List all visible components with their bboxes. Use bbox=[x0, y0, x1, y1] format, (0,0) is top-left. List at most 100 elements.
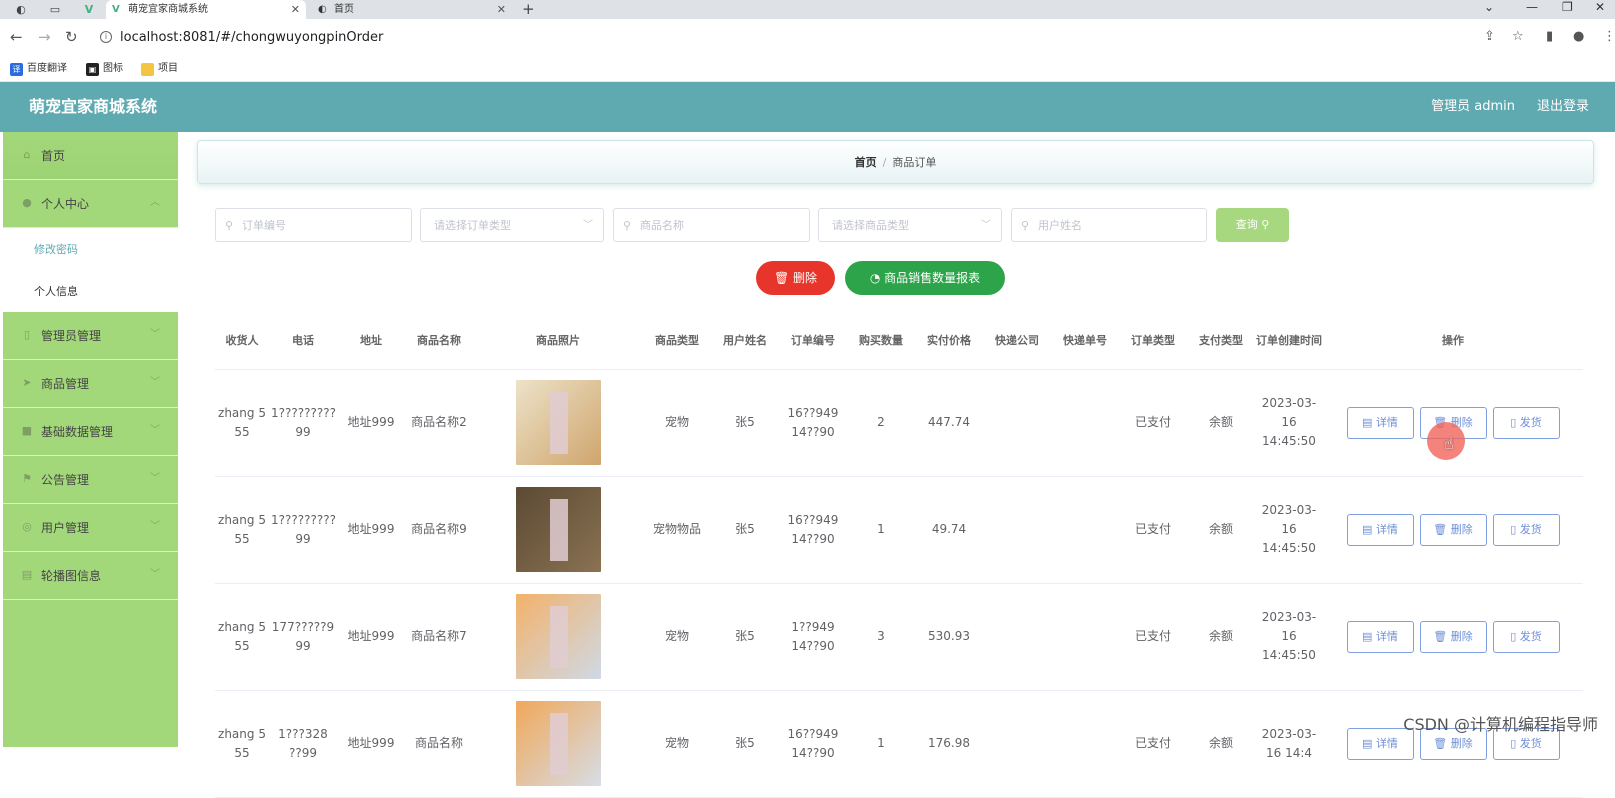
sidebar-item-label: 个人中心 bbox=[41, 197, 90, 211]
flag-icon: ⚑ bbox=[22, 472, 32, 485]
breadcrumb-home[interactable]: 首页 bbox=[855, 156, 877, 169]
cell-pay-type: 余额 bbox=[1187, 690, 1255, 798]
cell-text: zhang 5 55 bbox=[218, 512, 266, 546]
share-icon[interactable]: ⇪ bbox=[1484, 29, 1495, 45]
search-button[interactable]: 查询 ⚲ bbox=[1216, 208, 1289, 242]
pixelation-overlay bbox=[549, 713, 568, 775]
sidebar-item-announcements[interactable]: ⚑ 公告管理 ﹀ bbox=[3, 456, 178, 504]
cell-user: 张5 bbox=[711, 476, 779, 584]
trash-icon: 🗑︎ bbox=[1433, 629, 1451, 643]
table-row: zhang 5 55 177?????9 99 地址999 商品名称7 宠物 张5 1??9… bbox=[215, 583, 1583, 691]
row-delete-button[interactable]: 🗑︎ 删除 bbox=[1419, 620, 1487, 653]
user-name-input[interactable]: ⚲ 用户姓名 bbox=[1011, 208, 1207, 242]
cell-actions: ▤ 详情🗑︎ 删除▯ 发货 bbox=[1323, 476, 1583, 584]
sidebar-item-user-management[interactable]: ◎ 用户管理 ﹀ bbox=[3, 504, 178, 552]
cell-text: zhang 5 55 bbox=[218, 405, 266, 439]
forward-icon[interactable]: → bbox=[38, 28, 51, 46]
sidebar-item-carousel[interactable]: ▤ 轮播图信息 ﹀ bbox=[3, 552, 178, 600]
product-name-input[interactable]: ⚲ 商品名称 bbox=[613, 208, 810, 242]
sidebar-item-product-management[interactable]: ➤ 商品管理 ﹀ bbox=[3, 360, 178, 408]
pinned-tab-vue[interactable]: V bbox=[78, 2, 100, 17]
browser-tab-bar: ◐ ▭ V V 萌宠宜家商城系统 ✕ ◐ 首页 ✕ + ⌄ — ❐ ✕ bbox=[0, 0, 1615, 19]
pixelation-overlay bbox=[549, 499, 568, 561]
cell-qty: 1 bbox=[847, 690, 915, 798]
ship-button[interactable]: ▯ 发货 bbox=[1492, 620, 1560, 653]
personal-center-submenu: 修改密码 个人信息 bbox=[3, 228, 178, 312]
reload-icon[interactable]: ↻ bbox=[65, 28, 78, 46]
phone-icon: ▯ bbox=[23, 328, 31, 341]
cell-actions: ▤ 详情🗑︎ 删除▯ 发货 bbox=[1323, 583, 1583, 691]
cell-text: 商品名称7 bbox=[411, 629, 467, 643]
sidebar-item-label: 管理员管理 bbox=[41, 329, 102, 343]
detail-button[interactable]: ▤ 详情 bbox=[1346, 513, 1414, 546]
new-tab-button[interactable]: + bbox=[522, 0, 535, 19]
restore-icon[interactable]: ❐ bbox=[1562, 0, 1573, 15]
product-photo[interactable] bbox=[515, 701, 601, 786]
cell-text: 地址999 bbox=[347, 522, 395, 536]
cell-order-type: 已支付 bbox=[1119, 583, 1187, 691]
detail-button[interactable]: ▤ 详情 bbox=[1346, 620, 1414, 653]
bookmark-star-icon[interactable]: ☆ bbox=[1512, 29, 1524, 45]
url-field[interactable]: localhost:8081/#/chongwuyongpinOrder bbox=[120, 29, 383, 46]
cell-tracking bbox=[1051, 476, 1119, 584]
ship-button[interactable]: ▯ 发货 bbox=[1492, 513, 1560, 546]
breadcrumb-current: 商品订单 bbox=[892, 156, 937, 169]
pinned-tab-1[interactable]: ◐ bbox=[10, 2, 32, 17]
detail-button[interactable]: ▤ 详情 bbox=[1346, 406, 1414, 439]
column-header: 订单类型 bbox=[1119, 313, 1187, 370]
order-number-input[interactable]: ⚲ 订单编号 bbox=[215, 208, 412, 242]
sidebar-item-basic-data[interactable]: ■ 基础数据管理 ﹀ bbox=[3, 408, 178, 456]
logout-link[interactable]: 退出登录 bbox=[1537, 99, 1589, 115]
column-header: 商品类型 bbox=[643, 313, 711, 370]
profile-icon[interactable]: ● bbox=[1573, 29, 1584, 45]
minimize-icon[interactable]: — bbox=[1526, 0, 1538, 15]
bookmark-icons[interactable]: ▣ 图标 bbox=[86, 62, 123, 76]
product-photo[interactable] bbox=[515, 380, 601, 465]
close-tab-icon[interactable]: ✕ bbox=[497, 0, 506, 19]
cell-created: 2023-03-16 14:4 bbox=[1255, 690, 1323, 798]
sidebar-subitem-change-password[interactable]: 修改密码 bbox=[34, 242, 78, 258]
back-icon[interactable]: ← bbox=[10, 28, 23, 46]
search-icon: ⚲ bbox=[1021, 219, 1030, 232]
cell-courier bbox=[983, 476, 1051, 584]
side-panel-icon[interactable]: ▮ bbox=[1546, 29, 1553, 45]
site-info-icon[interactable]: i bbox=[100, 31, 112, 43]
order-type-select[interactable]: 请选择订单类型 ﹀ bbox=[420, 208, 604, 242]
pie-chart-icon: ◔ bbox=[869, 271, 881, 285]
chevron-down-icon: ﹀ bbox=[150, 521, 160, 532]
row-delete-button[interactable]: 🗑︎ 删除 bbox=[1419, 513, 1487, 546]
sales-report-button[interactable]: ◔ 商品销售数量报表 bbox=[845, 261, 1005, 295]
cell-courier bbox=[983, 690, 1051, 798]
cell-courier bbox=[983, 583, 1051, 691]
sidebar-item-label: 基础数据管理 bbox=[41, 425, 114, 439]
sidebar-item-personal-center[interactable]: ● 个人中心 ︿ bbox=[3, 180, 178, 228]
bookmark-project-folder[interactable]: 项目 bbox=[141, 62, 178, 76]
cell-photo bbox=[473, 476, 643, 584]
product-photo[interactable] bbox=[515, 487, 601, 572]
browser-tab-active[interactable]: V 萌宠宜家商城系统 ✕ bbox=[106, 0, 306, 19]
menu-dots-icon[interactable]: ⋮ bbox=[1603, 29, 1615, 45]
close-tab-icon[interactable]: ✕ bbox=[291, 0, 300, 19]
search-icon: ⚲ bbox=[225, 219, 234, 232]
product-type-select[interactable]: 请选择商品类型 ﹀ bbox=[818, 208, 1002, 242]
close-window-icon[interactable]: ✕ bbox=[1595, 0, 1605, 15]
cell-receiver: zhang 5 55 bbox=[215, 583, 269, 691]
sidebar-item-home[interactable]: ⌂ 首页 bbox=[3, 132, 178, 180]
pinned-tab-2[interactable]: ▭ bbox=[44, 2, 66, 17]
bulk-delete-button[interactable]: 🗑︎ 删除 bbox=[756, 261, 835, 295]
tab-search-icon[interactable]: ⌄ bbox=[1484, 0, 1494, 15]
ship-button[interactable]: ▯ 发货 bbox=[1492, 406, 1560, 439]
sidebar-subitem-personal-info[interactable]: 个人信息 bbox=[34, 284, 78, 300]
cell-text: 余额 bbox=[1208, 736, 1233, 750]
table-row: zhang 5 55 1???328 ??99 地址999 商品名称 宠物 张5 16??9… bbox=[215, 690, 1583, 798]
book-icon: ▯ bbox=[1510, 629, 1520, 643]
product-photo[interactable] bbox=[515, 594, 601, 679]
browser-tab-2[interactable]: ◐ 首页 ✕ bbox=[312, 0, 512, 19]
bookmark-baidu-translate[interactable]: 译 百度翻译 bbox=[10, 62, 67, 76]
cell-user: 张5 bbox=[711, 690, 779, 798]
cell-product: 商品名称9 bbox=[405, 476, 473, 584]
column-header: 收货人 bbox=[215, 313, 269, 370]
cell-qty: 3 bbox=[847, 583, 915, 691]
cell-type: 宠物 bbox=[643, 583, 711, 691]
sidebar-item-admin-management[interactable]: ▯ 管理员管理 ﹀ bbox=[3, 312, 178, 360]
